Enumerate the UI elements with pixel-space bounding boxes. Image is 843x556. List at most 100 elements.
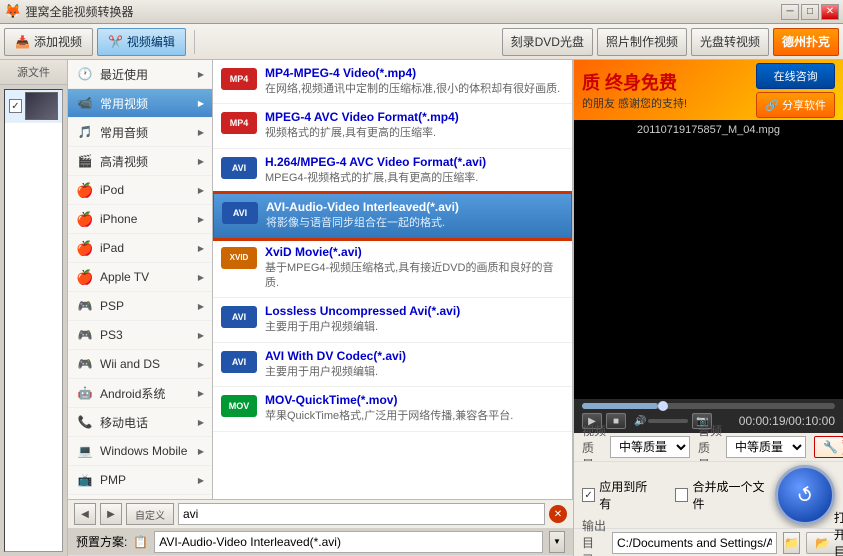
- cat-common-audio[interactable]: 🎵 常用音频 ▶: [68, 118, 212, 147]
- apply-all-label: 应用到所有: [599, 478, 655, 512]
- video-edit-icon: ✂️: [108, 35, 123, 49]
- pmp-icon: 📺: [76, 471, 94, 489]
- format-mpeg4-avc[interactable]: MP4 MPEG-4 AVC Video Format(*.mp4) 视频格式的…: [213, 104, 572, 148]
- format-desc-7: 主要用于用户视频编辑.: [265, 365, 564, 380]
- cat-iphone[interactable]: 🍎 iPhone ▶: [68, 205, 212, 234]
- format-badge-mov: MOV: [221, 395, 257, 417]
- wii-ds-icon: 🎮: [76, 355, 94, 373]
- format-title-5: XviD Movie(*.avi): [265, 245, 564, 259]
- folder-icon: 📁: [784, 536, 799, 550]
- logo-icon: ↺: [791, 480, 818, 510]
- video-filename: 20110719175857_M_04.mpg: [574, 124, 843, 136]
- customize-button[interactable]: 自定义: [126, 503, 174, 525]
- common-video-icon: 📹: [76, 94, 94, 112]
- format-title-2: MPEG-4 AVC Video Format(*.mp4): [265, 110, 564, 124]
- apply-all-checkbox[interactable]: [582, 488, 595, 502]
- format-xvid[interactable]: XVID XviD Movie(*.avi) 基于MPEG4-视频压缩格式,具有…: [213, 239, 572, 299]
- cat-pmp[interactable]: 📺 PMP ▶: [68, 466, 212, 495]
- format-title: MP4-MPEG-4 Video(*.mp4): [265, 66, 564, 80]
- format-badge-avi-2: AVI: [222, 202, 258, 224]
- format-info-6: Lossless Uncompressed Avi(*.avi) 主要用于用户视…: [265, 304, 564, 335]
- cat-win-mobile[interactable]: 💻 Windows Mobile ▶: [68, 437, 212, 466]
- cat-ipad[interactable]: 🍎 iPad ▶: [68, 234, 212, 263]
- format-lossless[interactable]: AVI Lossless Uncompressed Avi(*.avi) 主要用…: [213, 298, 572, 342]
- minimize-button[interactable]: ─: [781, 4, 799, 20]
- video-quality-select[interactable]: 中等质量 高质量 低质量: [610, 436, 690, 458]
- format-badge-mp4-2: MP4: [221, 112, 257, 134]
- content-wrapper: 源文件 🕐 最近使用 ▶: [0, 60, 843, 556]
- cat-hd-video[interactable]: 🎬 高清视频 ▶: [68, 147, 212, 176]
- format-info-8: MOV-QuickTime(*.mov) 苹果QuickTime格式,广泛用于网…: [265, 393, 564, 424]
- format-badge-avi-1: AVI: [221, 157, 257, 179]
- maximize-button[interactable]: □: [801, 4, 819, 20]
- open-dir-button[interactable]: 📂 打开目录: [806, 532, 843, 554]
- wrench-icon: 🔧: [823, 440, 838, 454]
- format-badge-avi-3: AVI: [221, 306, 257, 328]
- cat-apple-tv[interactable]: 🍎 Apple TV ▶: [68, 263, 212, 292]
- right-toolbar: 刻录DVD光盘 照片制作视频 光盘转视频 德州扑克: [502, 28, 839, 56]
- disc-convert-button[interactable]: 光盘转视频: [691, 28, 769, 56]
- ad-banner: 质 终身免费 的朋友 感谢您的支持! 在线咨询 🔗 分享软件: [574, 60, 843, 120]
- close-button[interactable]: ✕: [821, 4, 839, 20]
- apply-all-item: 应用到所有: [582, 478, 655, 512]
- source-file-area[interactable]: [4, 89, 63, 552]
- merge-files-label: 合并成一个文件: [692, 478, 771, 512]
- source-thumbnail: [25, 92, 58, 120]
- search-clear-button[interactable]: ✕: [549, 505, 567, 523]
- output-path-input[interactable]: [612, 532, 777, 554]
- video-edit-button[interactable]: ✂️ 视频编辑: [97, 28, 186, 56]
- format-mp4-mpeg4[interactable]: MP4 MP4-MPEG-4 Video(*.mp4) 在网络,视频通讯中定制的…: [213, 60, 572, 104]
- preset-input[interactable]: [154, 531, 543, 553]
- search-input[interactable]: [178, 503, 545, 525]
- psp-icon: 🎮: [76, 297, 94, 315]
- format-area: 🕐 最近使用 ▶ 📹 常用视频 ▶ 🎵 常用音频 ▶: [68, 60, 573, 499]
- format-h264[interactable]: AVI H.264/MPEG-4 AVC Video Format(*.avi)…: [213, 149, 572, 193]
- source-item[interactable]: [5, 90, 62, 123]
- ipad-icon: 🍎: [76, 239, 94, 257]
- cat-wii-ds[interactable]: 🎮 Wii and DS ▶: [68, 350, 212, 379]
- dezhou-poker-button[interactable]: 德州扑克: [773, 28, 839, 56]
- mobile-icon: 📞: [76, 413, 94, 431]
- format-desc: 在网络,视频通讯中定制的压缩标准,很小的体积却有很好画质.: [265, 82, 564, 97]
- cat-recent[interactable]: 🕐 最近使用 ▶: [68, 60, 212, 89]
- source-checkbox[interactable]: [9, 99, 22, 113]
- ad-sub-text: 的朋友 感谢您的支持!: [582, 95, 687, 111]
- preview-panel: 质 终身免费 的朋友 感谢您的支持! 在线咨询 🔗 分享软件 201107191…: [573, 60, 843, 556]
- format-mov[interactable]: MOV MOV-QuickTime(*.mov) 苹果QuickTime格式,广…: [213, 387, 572, 431]
- ad-share-button[interactable]: 🔗 分享软件: [756, 92, 835, 118]
- format-title-7: AVI With DV Codec(*.avi): [265, 349, 564, 363]
- folder-browse-button[interactable]: 📁: [783, 532, 800, 554]
- merge-files-checkbox[interactable]: [675, 488, 688, 502]
- format-desc-3: MPEG4-视频格式的扩展,具有更高的压缩率.: [265, 171, 564, 186]
- merge-files-item: 合并成一个文件: [675, 478, 771, 512]
- search-nav-left[interactable]: ◀: [74, 503, 96, 525]
- add-video-button[interactable]: 📥 添加视频: [4, 28, 93, 56]
- search-nav-right[interactable]: ▶: [100, 503, 122, 525]
- format-info-4: AVI-Audio-Video Interleaved(*.avi) 将影像与语…: [266, 200, 563, 231]
- cat-mobile[interactable]: 📞 移动电话 ▶: [68, 408, 212, 437]
- preset-dropdown[interactable]: ▼: [549, 531, 565, 553]
- advanced-settings-button[interactable]: 🔧 高级设置: [814, 436, 843, 458]
- hd-video-icon: 🎬: [76, 152, 94, 170]
- preview-progress-thumb[interactable]: [658, 401, 668, 411]
- format-avi-dv[interactable]: AVI AVI With DV Codec(*.avi) 主要用于用户视频编辑.: [213, 343, 572, 387]
- cat-android[interactable]: 🤖 Android系统 ▶: [68, 379, 212, 408]
- photo-video-button[interactable]: 照片制作视频: [597, 28, 687, 56]
- video-preview: 20110719175857_M_04.mpg: [574, 120, 843, 399]
- toolbar-separator: [194, 30, 195, 54]
- app-window: 🦊 狸窝全能视频转换器 ─ □ ✕ 📥 添加视频 ✂️ 视频编辑 刻录DVD光盘…: [0, 0, 843, 556]
- search-bar: ◀ ▶ 自定义 ✕: [68, 499, 573, 528]
- audio-quality-select[interactable]: 中等质量 高质量 低质量: [726, 436, 806, 458]
- preview-progress-bar[interactable]: [582, 403, 835, 409]
- format-avi-interleaved[interactable]: AVI AVI-Audio-Video Interleaved(*.avi) 将…: [213, 193, 572, 238]
- burn-dvd-button[interactable]: 刻录DVD光盘: [502, 28, 593, 56]
- win-mobile-icon: 💻: [76, 442, 94, 460]
- ad-consult-button[interactable]: 在线咨询: [756, 63, 835, 89]
- cat-ps3[interactable]: 🎮 PS3 ▶: [68, 321, 212, 350]
- cat-common-video[interactable]: 📹 常用视频 ▶: [68, 89, 212, 118]
- cat-ipod[interactable]: 🍎 iPod ▶: [68, 176, 212, 205]
- toolbar: 📥 添加视频 ✂️ 视频编辑 刻录DVD光盘 照片制作视频 光盘转视频 德州扑克: [0, 24, 843, 60]
- cat-psp[interactable]: 🎮 PSP ▶: [68, 292, 212, 321]
- iphone-icon: 🍎: [76, 210, 94, 228]
- app-title: 狸窝全能视频转换器: [25, 3, 133, 20]
